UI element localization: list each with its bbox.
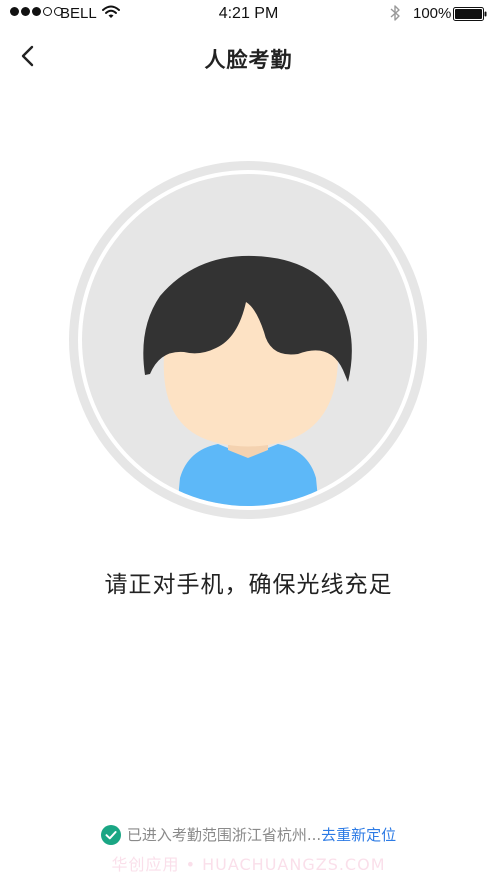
- page-title: 人脸考勤: [204, 48, 293, 72]
- location-status-text: 已进入考勤范围浙江省杭州...: [126, 826, 322, 844]
- battery-percent: 100%: [413, 5, 452, 22]
- check-circle-icon: [100, 824, 121, 845]
- face-avatar-illustration: [69, 161, 427, 519]
- bluetooth-icon: [390, 5, 400, 21]
- instruction-text: 请正对手机，确保光线充足: [104, 572, 393, 598]
- status-bar: BELL 4:21 PM 100%: [0, 0, 497, 30]
- battery-icon: [453, 7, 487, 21]
- watermark: 华创应用 • HUACHUANGZS.COM: [111, 855, 386, 874]
- face-attendance-screen: BELL 4:21 PM 100% 人脸考勤 请正对手机，确保光线充足 已进入考…: [0, 0, 497, 883]
- navigation-bar: 人脸考勤: [0, 30, 497, 84]
- relocate-link[interactable]: 去重新定位: [321, 824, 396, 845]
- location-status: 已进入考勤范围浙江省杭州... 去重新定位: [0, 824, 497, 845]
